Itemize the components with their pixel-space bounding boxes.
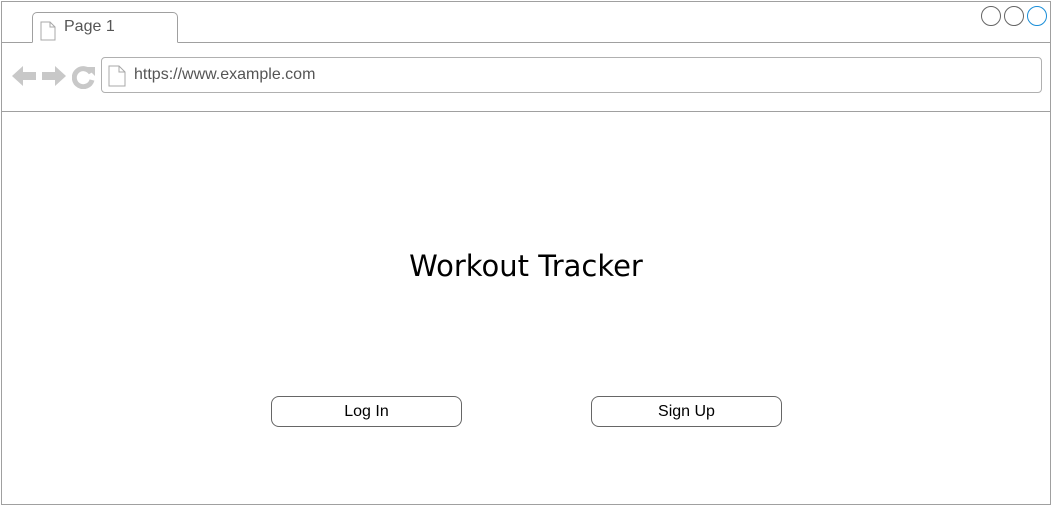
url-text: https://www.example.com xyxy=(134,66,316,83)
minimize-icon[interactable] xyxy=(981,6,1001,26)
address-bar[interactable]: https://www.example.com xyxy=(101,57,1042,93)
tab-label: Page 1 xyxy=(64,18,115,35)
reload-icon[interactable] xyxy=(71,65,96,94)
browser-window: Page 1 https://www.example.com Workout T… xyxy=(1,1,1051,505)
maximize-icon[interactable] xyxy=(1004,6,1024,26)
close-icon[interactable] xyxy=(1027,6,1047,26)
tab-strip: Page 1 xyxy=(2,2,1050,43)
window-controls xyxy=(981,6,1047,28)
forward-arrow-icon[interactable] xyxy=(41,65,67,92)
back-arrow-icon[interactable] xyxy=(11,65,37,92)
login-button[interactable]: Log In xyxy=(271,396,462,427)
page-title: Workout Tracker xyxy=(409,249,643,283)
page-content: Workout Tracker Log In Sign Up xyxy=(2,112,1050,504)
navigation-bar: https://www.example.com xyxy=(2,43,1050,112)
signup-button[interactable]: Sign Up xyxy=(591,396,782,427)
tab-page-1[interactable]: Page 1 xyxy=(32,12,178,43)
page-icon xyxy=(108,65,126,92)
